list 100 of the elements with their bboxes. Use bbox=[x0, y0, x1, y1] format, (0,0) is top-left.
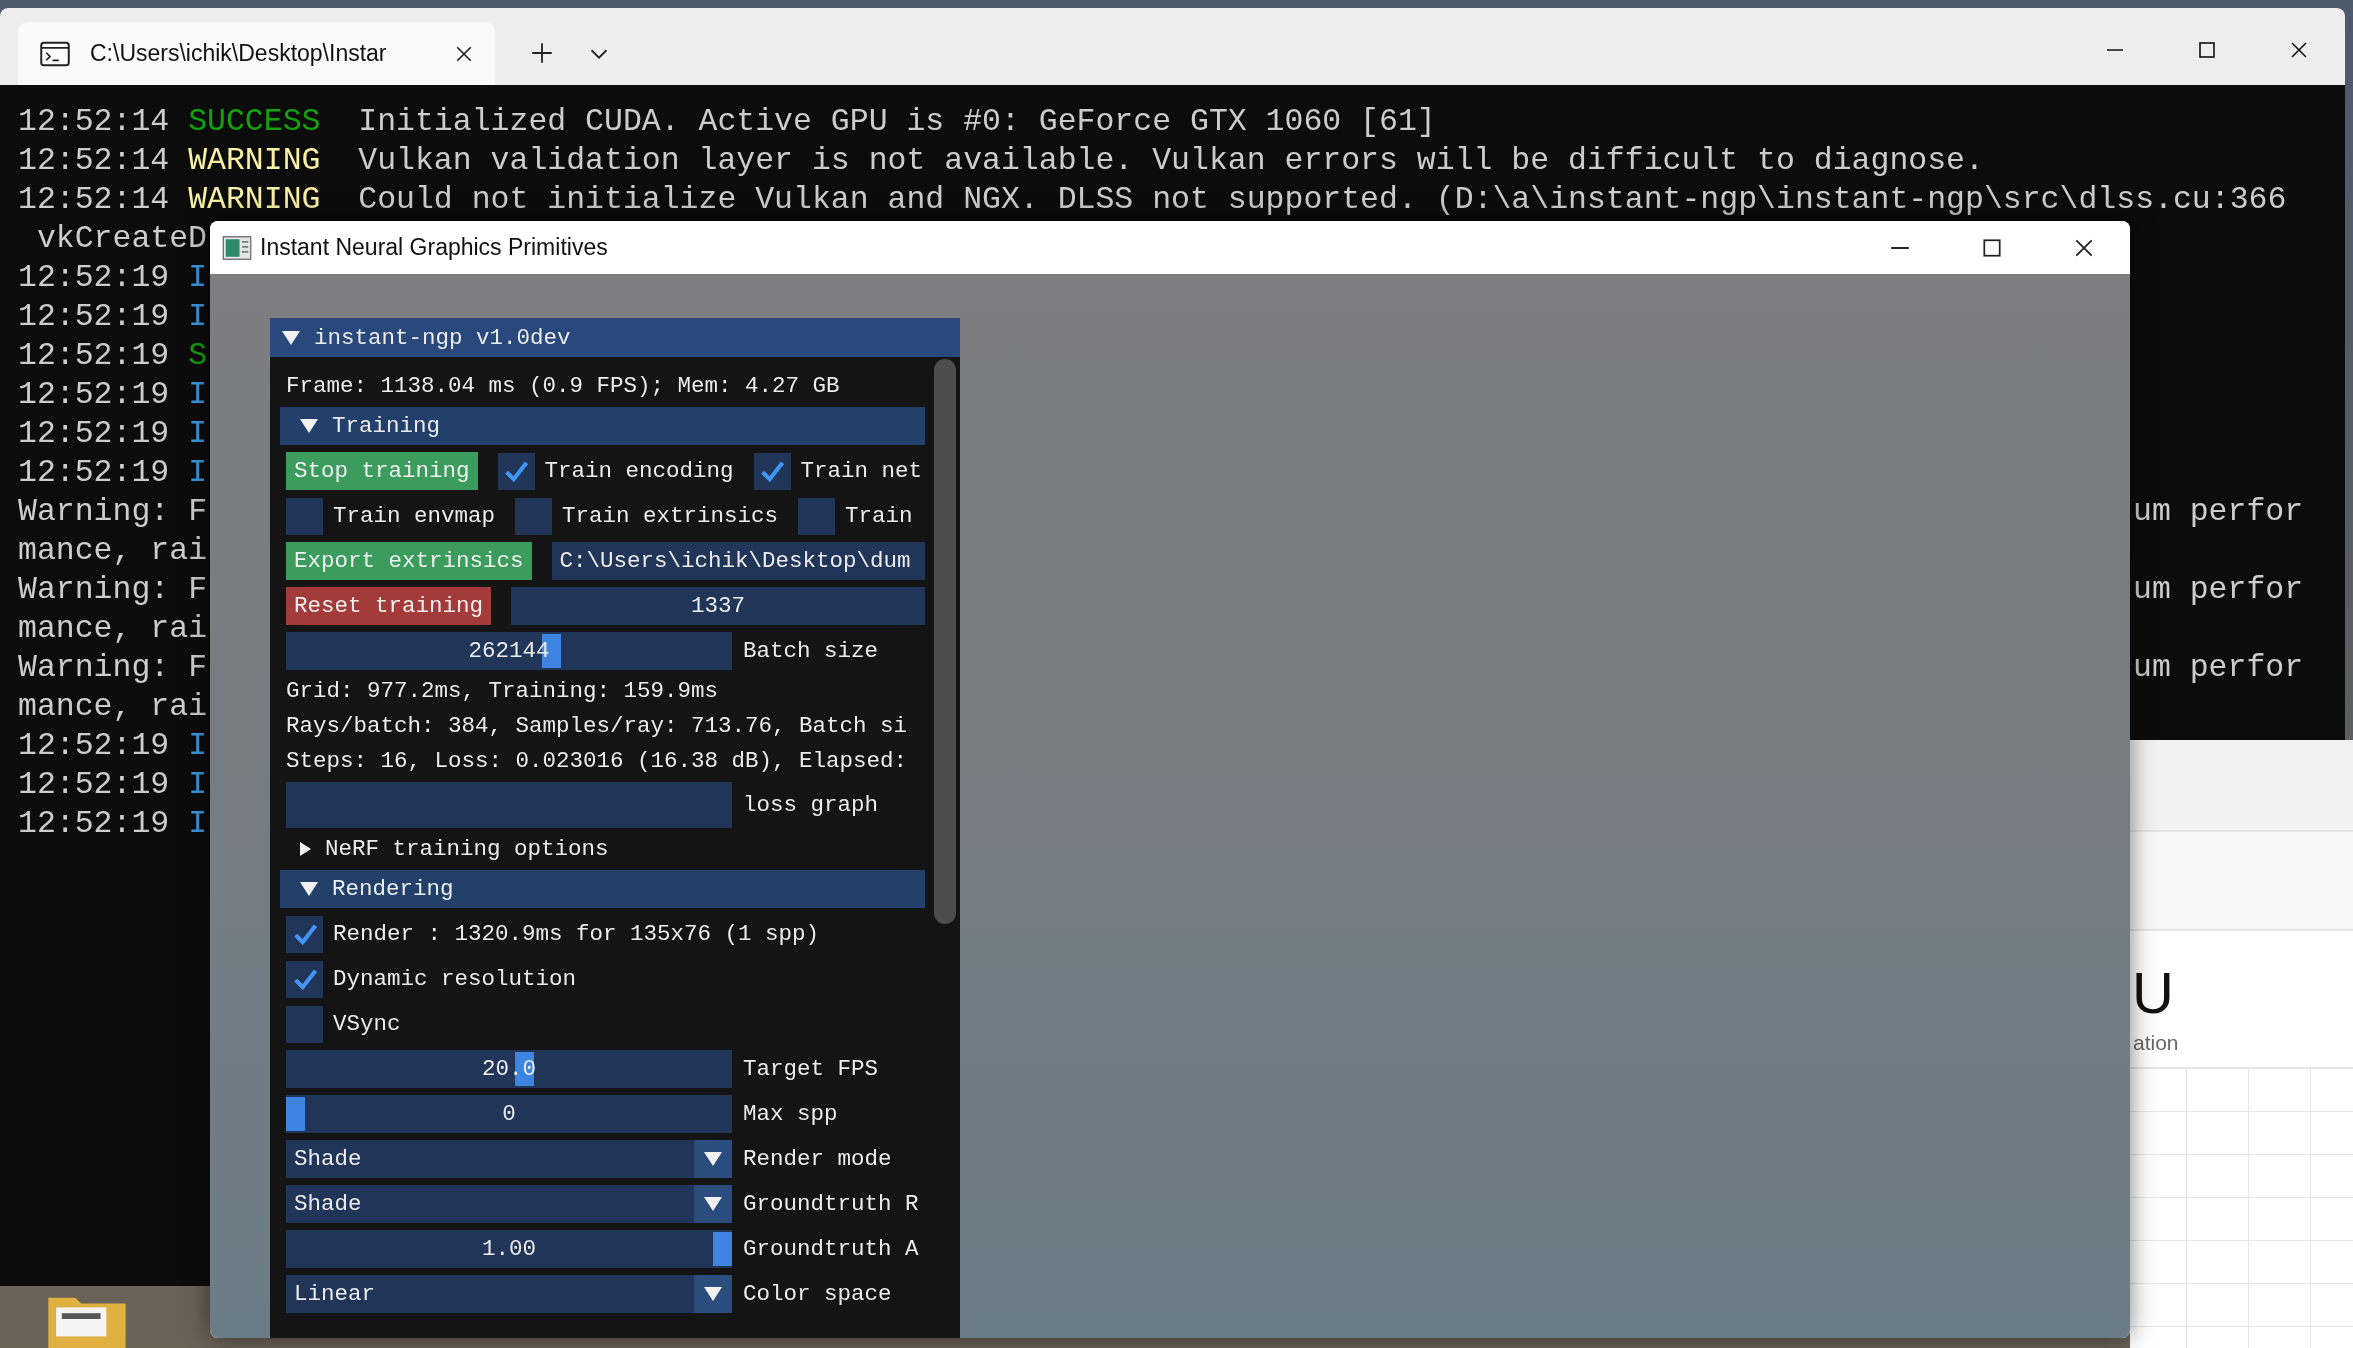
log-level: I bbox=[188, 454, 208, 492]
collapsed-triangle-icon[interactable] bbox=[300, 842, 311, 856]
terminal-tab[interactable]: C:\Users\ichik\Desktop\Instar bbox=[18, 22, 495, 85]
section-header[interactable]: Rendering bbox=[280, 870, 925, 908]
timestamp: 12:52:19 bbox=[18, 298, 170, 336]
log-level: I bbox=[188, 376, 208, 414]
dropdown-value: Shade bbox=[293, 1191, 363, 1217]
checkbox-label: Train extrinsics bbox=[562, 503, 779, 529]
checkbox[interactable] bbox=[515, 497, 553, 535]
timestamp: 12:52:19 bbox=[18, 415, 170, 453]
dropdown[interactable]: Linear bbox=[286, 1275, 732, 1313]
dropdown[interactable]: Shade bbox=[286, 1140, 732, 1178]
field-label: Batch size bbox=[743, 638, 879, 664]
status-text: Grid: 977.2ms, Training: 159.9ms bbox=[286, 677, 720, 705]
caret-icon bbox=[704, 1152, 722, 1166]
log-level: SUCCESS bbox=[188, 103, 321, 141]
status-text: Rays/batch: 384, Samples/ray: 713.76, Batch si bbox=[286, 712, 909, 740]
expanded-triangle-icon[interactable] bbox=[300, 419, 318, 433]
timestamp: 12:52:19 bbox=[18, 259, 170, 297]
timestamp: 12:52:14 bbox=[18, 103, 170, 141]
section-header[interactable]: Training bbox=[280, 407, 925, 445]
page-subtitle: ation bbox=[2133, 1031, 2179, 1055]
log-text: um perfor bbox=[2133, 493, 2304, 531]
slider[interactable]: 0 bbox=[286, 1095, 732, 1133]
timestamp: 12:52:19 bbox=[18, 454, 170, 492]
number-field[interactable]: 1337 bbox=[511, 587, 925, 625]
dropdown-button[interactable] bbox=[694, 1275, 732, 1313]
dropdown[interactable]: Shade bbox=[286, 1185, 732, 1223]
log-level: I bbox=[188, 298, 208, 336]
log-text: mance, rai bbox=[18, 532, 208, 570]
checkbox-label: Train encoding bbox=[544, 458, 734, 484]
log-level: S bbox=[188, 337, 208, 375]
tree-node[interactable]: NeRF training options bbox=[280, 835, 925, 863]
log-message: Vulkan validation layer is not available. Vulkan errors will be difficult to diagnose. bbox=[358, 142, 1984, 180]
log-text: Warning: F bbox=[18, 571, 208, 609]
text-field[interactable]: C:\Users\ichik\Desktop\dum bbox=[551, 542, 925, 580]
caret-icon bbox=[704, 1287, 722, 1301]
log-text: um perfor bbox=[2133, 571, 2304, 609]
checkbox-label: Render : 1320.9ms for 135x76 (1 spp) bbox=[333, 921, 820, 947]
checkbox-label: Train bbox=[845, 503, 913, 529]
log-level: I bbox=[188, 727, 208, 765]
slider-grab[interactable] bbox=[286, 1097, 305, 1131]
plus-icon[interactable] bbox=[531, 42, 553, 64]
log-text: vkCreateD bbox=[36, 220, 208, 258]
log-message: Could not initialize Vulkan and NGX. DLSS not supported. (D:\a\instant-ngp\instant-ngp\src\dlss.cu:366 bbox=[358, 181, 2287, 219]
log-level: I bbox=[188, 766, 208, 804]
log-level: WARNING bbox=[188, 142, 321, 180]
log-message: Initialized CUDA. Active GPU is #0: GeForce GTX 1060 [61] bbox=[358, 103, 1436, 141]
checkbox-label: VSync bbox=[333, 1011, 401, 1037]
scrollbar-thumb[interactable] bbox=[934, 359, 956, 924]
dropdown-button[interactable] bbox=[694, 1185, 732, 1223]
dropdown-button[interactable] bbox=[694, 1140, 732, 1178]
checkbox[interactable] bbox=[753, 452, 791, 490]
log-level: I bbox=[188, 805, 208, 843]
checkbox-label: Dynamic resolution bbox=[333, 966, 577, 992]
checkbox[interactable] bbox=[286, 497, 323, 535]
field-label: Max spp bbox=[743, 1101, 838, 1127]
panel-title: instant-ngp v1.0dev bbox=[314, 324, 571, 351]
field-label: Groundtruth A bbox=[743, 1236, 919, 1262]
expanded-triangle-icon[interactable] bbox=[300, 882, 318, 896]
log-text: mance, rai bbox=[18, 610, 208, 648]
field-label: Target FPS bbox=[743, 1056, 879, 1082]
timestamp: 12:52:19 bbox=[18, 766, 170, 804]
log-text: Warning: F bbox=[18, 649, 208, 687]
window-title: Instant Neural Graphics Primitives bbox=[260, 234, 608, 261]
timestamp: 12:52:19 bbox=[18, 376, 170, 414]
checkbox[interactable] bbox=[286, 915, 323, 953]
status-text: Steps: 16, Loss: 0.023016 (16.38 dB), Elapsed: bbox=[286, 747, 909, 775]
close-icon[interactable] bbox=[455, 44, 473, 63]
caret-icon bbox=[704, 1197, 722, 1211]
timestamp: 12:52:19 bbox=[18, 337, 170, 375]
checkbox[interactable] bbox=[286, 960, 323, 998]
field-label: loss graph bbox=[743, 792, 879, 818]
log-text: mance, rai bbox=[18, 688, 208, 726]
page-heading: U bbox=[2132, 961, 2174, 1025]
terminal-icon bbox=[40, 39, 70, 68]
dropdown-value: Shade bbox=[293, 1146, 363, 1172]
status-text: Frame: 1138.04 ms (0.9 FPS); Mem: 4.27 GB bbox=[286, 372, 841, 400]
app-icon bbox=[222, 233, 252, 262]
slider[interactable]: 1.00 bbox=[286, 1230, 732, 1268]
log-text: um perfor bbox=[2133, 649, 2304, 687]
slider-grab[interactable] bbox=[713, 1232, 732, 1266]
checkbox[interactable] bbox=[286, 1005, 323, 1043]
checkbox-label: Train envmap bbox=[333, 503, 496, 529]
panel-title-bar[interactable]: instant-ngp v1.0dev bbox=[270, 318, 960, 357]
log-level: I bbox=[188, 415, 208, 453]
action-button[interactable]: Reset training bbox=[286, 587, 492, 625]
timestamp: 12:52:14 bbox=[18, 142, 170, 180]
timestamp: 12:52:19 bbox=[18, 727, 170, 765]
tab-title[interactable]: C:\Users\ichik\Desktop\Instar bbox=[90, 40, 435, 67]
field-label: Color space bbox=[743, 1281, 892, 1307]
checkbox-label: Train net bbox=[800, 458, 923, 484]
log-level: WARNING bbox=[188, 181, 321, 219]
timestamp: 12:52:19 bbox=[18, 805, 170, 843]
checkbox[interactable] bbox=[497, 452, 535, 490]
checkbox[interactable] bbox=[798, 497, 836, 535]
timestamp: 12:52:14 bbox=[18, 181, 170, 219]
log-level: I bbox=[188, 259, 208, 297]
dropdown-value: Linear bbox=[293, 1281, 376, 1307]
expanded-triangle-icon[interactable] bbox=[282, 330, 300, 345]
